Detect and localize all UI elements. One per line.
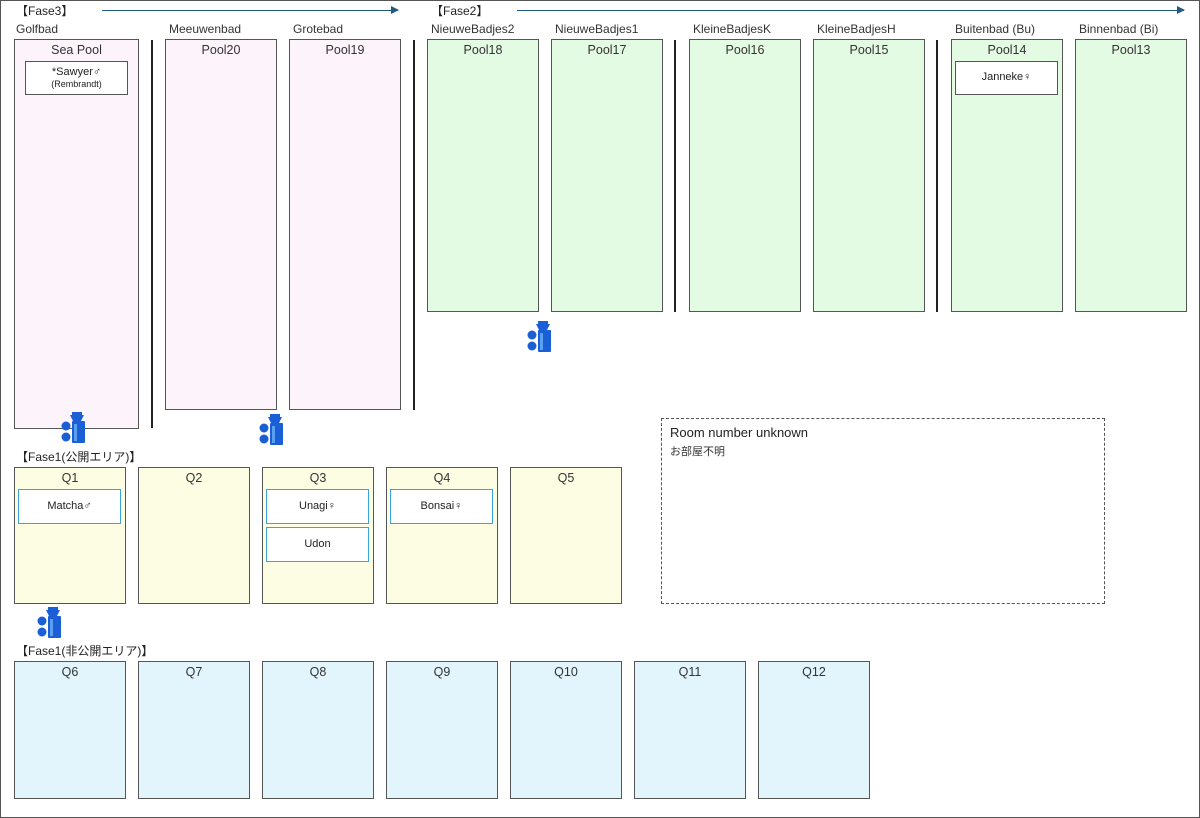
pool-q12[interactable]: Q12 bbox=[758, 661, 870, 799]
pool-pool20[interactable]: Pool20 bbox=[165, 39, 277, 410]
pool-label: Q8 bbox=[309, 665, 327, 679]
area-name-kleinebadjesh: KleineBadjesH bbox=[817, 22, 896, 36]
area-divider bbox=[674, 40, 676, 312]
phase-arrow-fase3 bbox=[102, 6, 399, 14]
animal-name: *Sawyer♂ bbox=[51, 66, 102, 78]
pool-label: Pool18 bbox=[463, 43, 503, 57]
pool-label: Pool15 bbox=[849, 43, 889, 57]
pool-q2[interactable]: Q2 bbox=[138, 467, 250, 604]
pool-label: Q9 bbox=[433, 665, 451, 679]
pool-label: Q6 bbox=[61, 665, 79, 679]
pool-q1[interactable]: Q1 bbox=[14, 467, 126, 604]
pool-label: Q12 bbox=[802, 665, 826, 679]
animal-tag-unagi[interactable]: Unagi♀ bbox=[266, 489, 369, 524]
pool-q10[interactable]: Q10 bbox=[510, 661, 622, 799]
phase-label-fase1-public: 【Fase1(公開エリア)】 bbox=[16, 450, 142, 464]
unknown-room-box[interactable]: Room number unknown お部屋不明 bbox=[661, 418, 1105, 604]
area-name-binnenbad: Binnenbad (Bi) bbox=[1079, 22, 1159, 36]
pool-label: Pool13 bbox=[1111, 43, 1151, 57]
pool-pool17[interactable]: Pool17 bbox=[551, 39, 663, 312]
pool-label: Sea Pool bbox=[51, 43, 102, 57]
pool-sea-pool[interactable]: Sea Pool bbox=[14, 39, 139, 429]
area-divider bbox=[151, 40, 153, 428]
animal-name: Udon bbox=[304, 537, 331, 550]
camera-icon bbox=[527, 321, 551, 352]
animal-tag-janneke[interactable]: Janneke♀ bbox=[955, 61, 1058, 95]
pool-label: Q5 bbox=[557, 471, 575, 485]
pool-q9[interactable]: Q9 bbox=[386, 661, 498, 799]
animal-name: Janneke♀ bbox=[981, 71, 1032, 84]
pool-label: Q10 bbox=[554, 665, 578, 679]
pool-pool13[interactable]: Pool13 bbox=[1075, 39, 1187, 312]
pool-label: Q7 bbox=[185, 665, 203, 679]
animal-tag-sawyer[interactable]: *Sawyer♂ (Rembrandt) bbox=[25, 61, 128, 95]
pool-label: Pool19 bbox=[325, 43, 365, 57]
animal-note: (Rembrandt) bbox=[51, 79, 102, 90]
camera-icon bbox=[37, 607, 61, 638]
pool-q4[interactable]: Q4 bbox=[386, 467, 498, 604]
pool-label: Q1 bbox=[61, 471, 79, 485]
area-name-golfbad: Golfbad bbox=[16, 22, 59, 36]
pool-label: Q2 bbox=[185, 471, 203, 485]
pool-q7[interactable]: Q7 bbox=[138, 661, 250, 799]
pool-label: Pool20 bbox=[201, 43, 241, 57]
area-name-nieuwebadjes1: NieuweBadjes1 bbox=[555, 22, 639, 36]
pool-label: Q11 bbox=[678, 665, 702, 679]
pool-label: Q3 bbox=[309, 471, 327, 485]
animal-name: Matcha♂ bbox=[47, 499, 92, 512]
area-name-buitenbad: Buitenbad (Bu) bbox=[955, 22, 1036, 36]
pool-q8[interactable]: Q8 bbox=[262, 661, 374, 799]
animal-name: Bonsai♀ bbox=[420, 499, 463, 512]
pool-q11[interactable]: Q11 bbox=[634, 661, 746, 799]
phase-label-fase2: 【Fase2】 bbox=[431, 4, 489, 18]
area-name-kleinebadjesk: KleineBadjesK bbox=[693, 22, 772, 36]
phase-arrow-fase2 bbox=[517, 6, 1185, 14]
camera-icon bbox=[259, 414, 283, 445]
area-divider bbox=[413, 40, 415, 410]
animal-tag-matcha[interactable]: Matcha♂ bbox=[18, 489, 121, 524]
pool-pool16[interactable]: Pool16 bbox=[689, 39, 801, 312]
pool-pool19[interactable]: Pool19 bbox=[289, 39, 401, 410]
animal-name: Unagi♀ bbox=[299, 499, 336, 512]
pool-label: Q4 bbox=[433, 471, 451, 485]
animal-tag-udon[interactable]: Udon bbox=[266, 527, 369, 562]
pool-label: Pool14 bbox=[987, 43, 1027, 57]
pool-q5[interactable]: Q5 bbox=[510, 467, 622, 604]
unknown-room-title: Room number unknown bbox=[670, 425, 809, 440]
unknown-room-subtitle: お部屋不明 bbox=[670, 446, 725, 458]
phase-label-fase1-private: 【Fase1(非公開エリア)】 bbox=[16, 644, 154, 658]
animal-tag-bonsai[interactable]: Bonsai♀ bbox=[390, 489, 493, 524]
pool-label: Pool17 bbox=[587, 43, 627, 57]
area-name-meeuwenbad: Meeuwenbad bbox=[169, 22, 242, 36]
pool-pool15[interactable]: Pool15 bbox=[813, 39, 925, 312]
area-name-grotebad: Grotebad bbox=[293, 22, 344, 36]
phase-label-fase3: 【Fase3】 bbox=[16, 4, 74, 18]
pool-q6[interactable]: Q6 bbox=[14, 661, 126, 799]
area-divider bbox=[936, 40, 938, 312]
camera-icon bbox=[61, 412, 85, 443]
area-name-nieuwebadjes2: NieuweBadjes2 bbox=[431, 22, 515, 36]
pool-label: Pool16 bbox=[725, 43, 765, 57]
pool-pool18[interactable]: Pool18 bbox=[427, 39, 539, 312]
